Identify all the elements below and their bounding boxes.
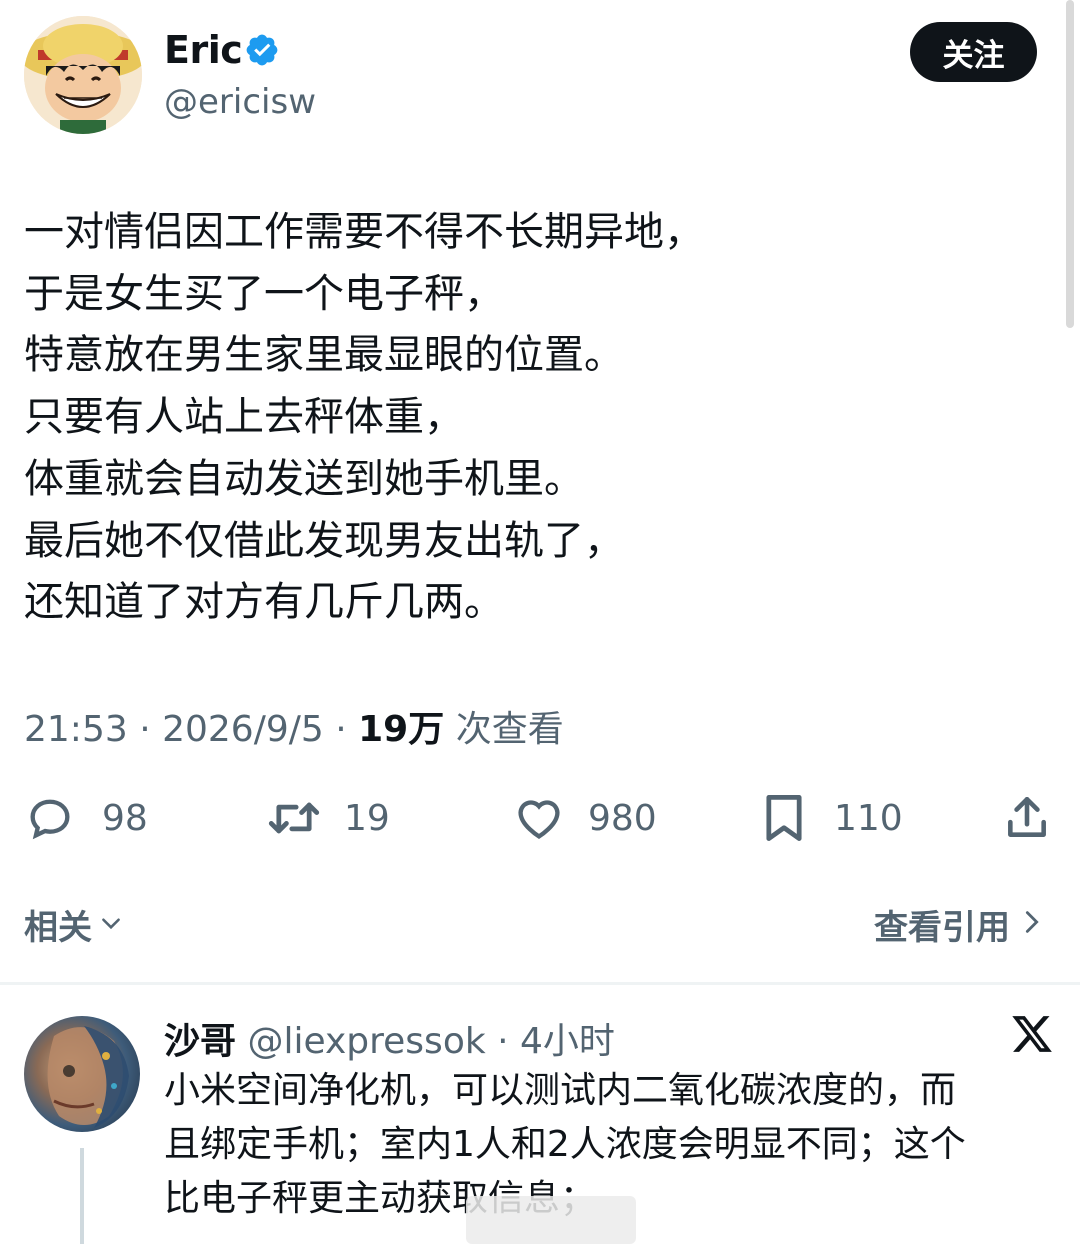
reply-author-name[interactable]: 沙哥 xyxy=(164,1021,236,1062)
tweet-line: 一对情侣因工作需要不得不长期异地， xyxy=(24,209,704,255)
tweet-line: 体重就会自动发送到她手机里。 xyxy=(24,455,584,502)
author-name[interactable]: Eric xyxy=(164,28,243,72)
chevron-down-icon xyxy=(98,905,124,945)
tweet-line: 最后她不仅借此发现男友出轨了， xyxy=(24,517,624,564)
share-icon xyxy=(1002,792,1052,844)
like-button[interactable]: 980 xyxy=(512,790,657,846)
share-button[interactable] xyxy=(1002,790,1052,846)
chevron-right-icon xyxy=(1020,905,1044,945)
reply-icon xyxy=(24,792,76,844)
views-label: 次查看 xyxy=(455,709,564,750)
reply-button[interactable]: 98 xyxy=(24,790,148,846)
tweet-line: 只要有人站上去秤体重， xyxy=(24,394,464,441)
watermark-overlay xyxy=(466,1196,636,1244)
view-count: 19万 xyxy=(358,709,445,750)
quotes-label: 查看引用 xyxy=(874,908,1010,948)
section-divider xyxy=(0,982,1080,985)
tweet-line: 特意放在男生家里最显眼的位置。 xyxy=(24,332,624,379)
reply-count: 98 xyxy=(102,797,148,839)
related-toggle[interactable]: 相关 xyxy=(24,900,124,949)
scrollbar[interactable] xyxy=(1066,0,1074,328)
x-logo-icon xyxy=(1010,1012,1054,1056)
view-quotes-link[interactable]: 查看引用 xyxy=(874,900,1044,949)
retweet-icon xyxy=(264,792,324,844)
reply-header: 沙哥 @liexpressok · 4小时 xyxy=(164,1021,615,1062)
tweet-line: 于是女生买了一个电子秤， xyxy=(24,270,504,317)
tweet-date[interactable]: 2026/9/5 xyxy=(162,709,324,750)
bookmark-count: 110 xyxy=(834,797,903,839)
verified-badge-icon xyxy=(244,32,280,68)
retweet-button[interactable]: 19 xyxy=(264,790,390,846)
tweet-meta: 21:53 · 2026/9/5 · 19万 次查看 xyxy=(24,709,564,750)
follow-button[interactable]: 关注 xyxy=(910,22,1037,82)
retweet-count: 19 xyxy=(344,797,390,839)
bookmark-button[interactable]: 110 xyxy=(760,790,903,846)
reply-author-handle[interactable]: @liexpressok xyxy=(247,1021,485,1062)
tweet-line: 还知道了对方有几斤几两。 xyxy=(24,579,504,626)
like-icon xyxy=(512,792,566,844)
reply-avatar[interactable] xyxy=(24,1016,140,1132)
reply-line: 小米空间净化机，可以测试内二氧化碳浓度的，而 xyxy=(164,1070,957,1111)
reply-time[interactable]: 4小时 xyxy=(520,1021,615,1062)
related-label: 相关 xyxy=(24,908,92,948)
author-avatar[interactable] xyxy=(24,16,142,134)
reply-line: 且绑定手机；室内1人和2人浓度会明显不同；这个 xyxy=(164,1124,966,1165)
tweet-time[interactable]: 21:53 xyxy=(24,709,128,750)
thread-line xyxy=(80,1148,84,1244)
tweet-text: 一对情侣因工作需要不得不长期异地， 于是女生买了一个电子秤， 特意放在男生家里最… xyxy=(24,202,1044,634)
like-count: 980 xyxy=(588,797,657,839)
bookmark-icon xyxy=(760,792,808,844)
author-handle[interactable]: @ericisw xyxy=(164,82,316,122)
